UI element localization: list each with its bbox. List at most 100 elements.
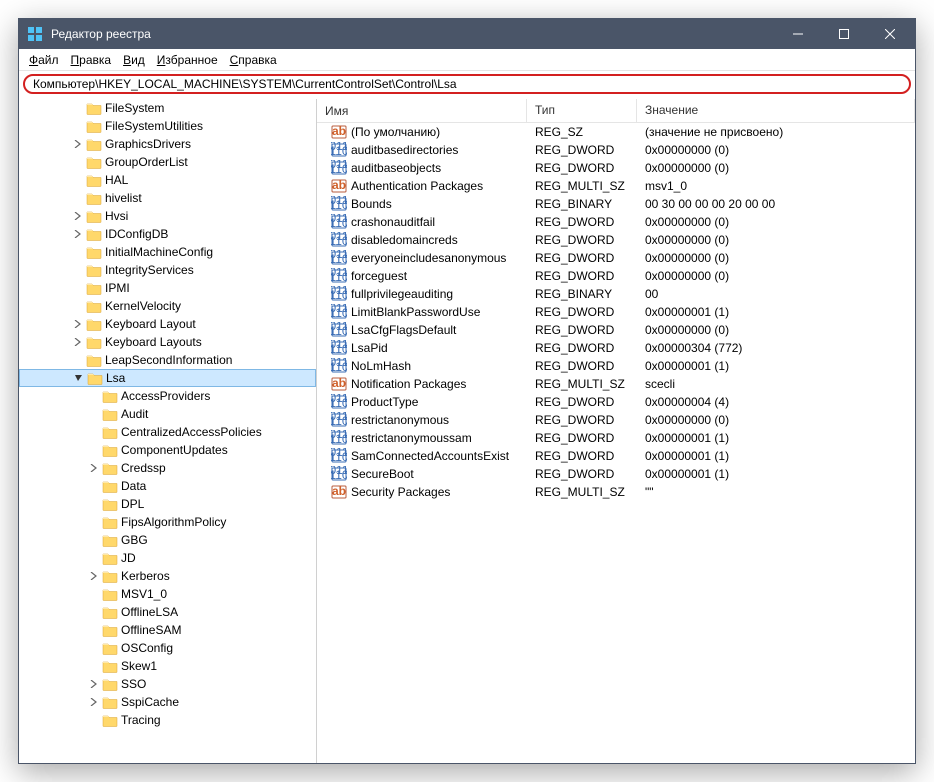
value-row[interactable]: NoLmHashREG_DWORD0x00000001 (1) [317,357,915,375]
tree-node-graphicsdrivers[interactable]: GraphicsDrivers [19,135,316,153]
tree-node-offlinesam[interactable]: OfflineSAM [19,621,316,639]
tree-node-leapsecondinformation[interactable]: LeapSecondInformation [19,351,316,369]
value-row[interactable]: LimitBlankPasswordUseREG_DWORD0x00000001… [317,303,915,321]
expander-icon[interactable] [71,209,85,223]
expander-icon[interactable] [87,479,101,493]
value-row[interactable]: SecureBootREG_DWORD0x00000001 (1) [317,465,915,483]
expander-icon[interactable] [71,191,85,205]
expander-icon[interactable] [87,569,101,583]
value-row[interactable]: Security PackagesREG_MULTI_SZ"" [317,483,915,501]
expander-icon[interactable] [72,371,86,385]
expander-icon[interactable] [87,515,101,529]
expander-icon[interactable] [87,659,101,673]
tree-node-initialmachineconfig[interactable]: InitialMachineConfig [19,243,316,261]
tree-node-audit[interactable]: Audit [19,405,316,423]
value-row[interactable]: Authentication PackagesREG_MULTI_SZmsv1_… [317,177,915,195]
value-row[interactable]: ProductTypeREG_DWORD0x00000004 (4) [317,393,915,411]
expander-icon[interactable] [71,245,85,259]
expander-icon[interactable] [87,677,101,691]
value-row[interactable]: BoundsREG_BINARY00 30 00 00 00 20 00 00 [317,195,915,213]
expander-icon[interactable] [71,263,85,277]
column-data[interactable]: Значение [637,99,915,122]
column-type[interactable]: Тип [527,99,637,122]
expander-icon[interactable] [87,713,101,727]
tree-node-keyboard-layout[interactable]: Keyboard Layout [19,315,316,333]
expander-icon[interactable] [71,299,85,313]
expander-icon[interactable] [87,425,101,439]
tree-node-grouporderlist[interactable]: GroupOrderList [19,153,316,171]
value-row[interactable]: auditbaseobjectsREG_DWORD0x00000000 (0) [317,159,915,177]
minimize-button[interactable] [775,19,821,49]
titlebar[interactable]: Редактор реестра [19,19,915,49]
value-row[interactable]: everyoneincludesanonymousREG_DWORD0x0000… [317,249,915,267]
expander-icon[interactable] [71,101,85,115]
tree-node-idconfigdb[interactable]: IDConfigDB [19,225,316,243]
expander-icon[interactable] [71,335,85,349]
menu-избранное[interactable]: Избранное [151,51,224,69]
expander-icon[interactable] [71,137,85,151]
tree-node-osconfig[interactable]: OSConfig [19,639,316,657]
expander-icon[interactable] [87,443,101,457]
value-row[interactable]: LsaPidREG_DWORD0x00000304 (772) [317,339,915,357]
tree-node-fipsalgorithmpolicy[interactable]: FipsAlgorithmPolicy [19,513,316,531]
value-row[interactable]: auditbasedirectoriesREG_DWORD0x00000000 … [317,141,915,159]
tree-node-filesystem[interactable]: FileSystem [19,99,316,117]
value-row[interactable]: disabledomaincredsREG_DWORD0x00000000 (0… [317,231,915,249]
tree-node-keyboard-layouts[interactable]: Keyboard Layouts [19,333,316,351]
tree-node-offlinelsa[interactable]: OfflineLSA [19,603,316,621]
tree-node-ipmi[interactable]: IPMI [19,279,316,297]
value-row[interactable]: forceguestREG_DWORD0x00000000 (0) [317,267,915,285]
maximize-button[interactable] [821,19,867,49]
expander-icon[interactable] [87,695,101,709]
column-name[interactable]: Имя [317,99,527,122]
tree-node-hvsi[interactable]: Hvsi [19,207,316,225]
tree-scroll[interactable]: FileSystemFileSystemUtilitiesGraphicsDri… [19,99,316,763]
value-row[interactable]: LsaCfgFlagsDefaultREG_DWORD0x00000000 (0… [317,321,915,339]
expander-icon[interactable] [87,533,101,547]
values-pane[interactable]: Имя Тип Значение (По умолчанию)REG_SZ(зн… [317,99,915,763]
value-row[interactable]: SamConnectedAccountsExistREG_DWORD0x0000… [317,447,915,465]
expander-icon[interactable] [87,461,101,475]
expander-icon[interactable] [87,623,101,637]
tree-node-data[interactable]: Data [19,477,316,495]
tree-node-credssp[interactable]: Credssp [19,459,316,477]
menu-справка[interactable]: Справка [224,51,283,69]
expander-icon[interactable] [71,281,85,295]
expander-icon[interactable] [71,155,85,169]
expander-icon[interactable] [71,227,85,241]
tree-node-msv1-0[interactable]: MSV1_0 [19,585,316,603]
tree-node-jd[interactable]: JD [19,549,316,567]
expander-icon[interactable] [71,353,85,367]
expander-icon[interactable] [87,641,101,655]
value-row[interactable]: Notification PackagesREG_MULTI_SZscecli [317,375,915,393]
tree-node-centralizedaccesspolicies[interactable]: CentralizedAccessPolicies [19,423,316,441]
tree-node-sso[interactable]: SSO [19,675,316,693]
menu-правка[interactable]: Правка [65,51,118,69]
tree-node-accessproviders[interactable]: AccessProviders [19,387,316,405]
expander-icon[interactable] [87,389,101,403]
value-row[interactable]: fullprivilegeauditingREG_BINARY00 [317,285,915,303]
tree-node-hivelist[interactable]: hivelist [19,189,316,207]
tree-node-kerberos[interactable]: Kerberos [19,567,316,585]
expander-icon[interactable] [87,587,101,601]
tree-node-gbg[interactable]: GBG [19,531,316,549]
expander-icon[interactable] [71,173,85,187]
tree-node-integrityservices[interactable]: IntegrityServices [19,261,316,279]
expander-icon[interactable] [87,605,101,619]
tree-node-tracing[interactable]: Tracing [19,711,316,729]
expander-icon[interactable] [71,317,85,331]
tree-node-filesystemutilities[interactable]: FileSystemUtilities [19,117,316,135]
value-row[interactable]: (По умолчанию)REG_SZ(значение не присвое… [317,123,915,141]
value-row[interactable]: crashonauditfailREG_DWORD0x00000000 (0) [317,213,915,231]
address-input[interactable] [23,74,911,94]
tree-node-hal[interactable]: HAL [19,171,316,189]
expander-icon[interactable] [71,119,85,133]
tree-node-kernelvelocity[interactable]: KernelVelocity [19,297,316,315]
menu-файл[interactable]: Файл [23,51,65,69]
tree-node-skew1[interactable]: Skew1 [19,657,316,675]
tree-node-lsa[interactable]: Lsa [19,369,316,387]
expander-icon[interactable] [87,497,101,511]
expander-icon[interactable] [87,407,101,421]
tree-node-sspicache[interactable]: SspiCache [19,693,316,711]
value-row[interactable]: restrictanonymousREG_DWORD0x00000000 (0) [317,411,915,429]
